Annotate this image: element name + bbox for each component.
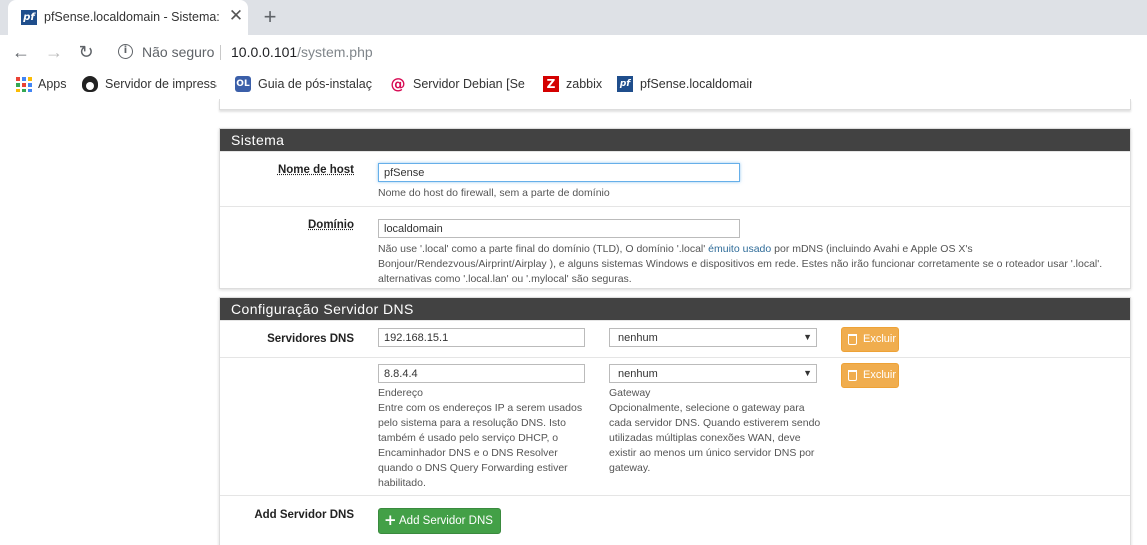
bookmark-apps[interactable]: Apps	[15, 76, 75, 92]
bookmark-label: pfSense.localdomain	[640, 77, 752, 91]
panel-heading: Sistema	[220, 129, 1130, 151]
domain-help: Não use '.local' como a parte final do d…	[378, 242, 1126, 287]
page-content: Sistema Nome de host pfSense Nome do hos…	[0, 99, 1147, 545]
dns-server-row-2: 8.8.4.4 nenhum ▼ Excluir Endereço Entre …	[220, 357, 1130, 495]
add-dns-button[interactable]: + Add Servidor DNS	[378, 508, 501, 534]
pfsense-favicon-icon: pf	[21, 10, 37, 25]
bookmark-label: zabbix	[566, 77, 603, 91]
dns-server-row-1: Servidores DNS 192.168.15.1 nenhum ▼ Exc…	[220, 320, 1130, 357]
zabbix-icon: Z	[543, 76, 559, 92]
apps-grid-icon	[15, 76, 32, 92]
bookmark-guia-pos-instalacao[interactable]: OL Guia de pós-instalação	[235, 76, 372, 92]
dns-gateway-select[interactable]: nenhum ▼	[609, 364, 817, 383]
trash-icon	[848, 370, 857, 381]
url-path: /system.php	[297, 44, 373, 60]
plus-icon: +	[384, 511, 397, 529]
dropdown-arrow-icon: ▼	[803, 368, 812, 378]
browser-toolbar: ← → ↻ i Não seguro 10.0.0.101/system.php	[0, 35, 1147, 69]
back-arrow-icon[interactable]: ←	[9, 40, 33, 64]
domain-input[interactable]: localdomain	[378, 219, 740, 238]
trash-icon	[848, 334, 857, 345]
url-host: 10.0.0.101	[231, 44, 298, 60]
hostname-input[interactable]: pfSense	[378, 163, 740, 182]
dns-gateway-value: nenhum	[618, 368, 658, 380]
bookmark-servidor-impressao[interactable]: Servidor de impressão	[82, 76, 217, 92]
close-tab-icon[interactable]: ✕	[226, 6, 246, 26]
dns-address-input[interactable]: 8.8.4.4	[378, 364, 585, 383]
security-status[interactable]: Não seguro	[142, 44, 214, 60]
gateway-help: Opcionalmente, selecione o gateway para …	[609, 402, 821, 474]
hostname-label: Nome de host	[277, 164, 354, 176]
dns-servers-label: Servidores DNS	[267, 333, 354, 345]
bookmark-zabbix[interactable]: Z zabbix	[543, 76, 605, 92]
dns-address-input[interactable]: 192.168.15.1	[378, 328, 585, 347]
bookmark-servidor-debian[interactable]: @ Servidor Debian [Servidor]	[390, 76, 526, 92]
gateway-help-block: Gateway Opcionalmente, selecione o gatew…	[609, 386, 823, 476]
bookmark-label: Servidor Debian [Servidor]	[413, 77, 525, 91]
delete-button-label: Excluir	[863, 333, 897, 345]
debian-swirl-icon: @	[390, 76, 406, 92]
tux-icon	[82, 76, 98, 92]
url-separator	[220, 45, 221, 60]
address-help-block: Endereço Entre com os endereços IP a ser…	[378, 386, 590, 491]
browser-tab-strip: pf pfSense.localdomain - Sistema: Config…	[0, 0, 1147, 35]
ol-icon: OL	[235, 76, 251, 92]
domain-label: Domínio	[308, 219, 354, 231]
domain-row: Domínio localdomain Não use '.local' com…	[220, 206, 1130, 290]
gateway-label: Gateway	[609, 387, 651, 399]
info-icon[interactable]: i	[118, 44, 133, 59]
forward-arrow-icon[interactable]: →	[42, 40, 66, 64]
delete-dns-button[interactable]: Excluir	[841, 327, 899, 352]
bookmarks-bar: Apps Servidor de impressão OL Guia de pó…	[0, 69, 1147, 99]
bookmark-label: Servidor de impressão	[105, 77, 217, 91]
domain-help-text: Não use '.local' como a parte final do d…	[378, 243, 709, 255]
dropdown-arrow-icon: ▼	[803, 332, 812, 342]
hostname-row: Nome de host pfSense Nome do host do fir…	[220, 151, 1130, 206]
delete-dns-button[interactable]: Excluir	[841, 363, 899, 388]
reload-icon[interactable]: ↻	[74, 40, 98, 64]
bookmark-pfsense[interactable]: pf pfSense.localdomain	[617, 76, 752, 92]
bookmark-label: Guia de pós-instalação	[258, 77, 372, 91]
previous-panel-bottom	[219, 99, 1131, 110]
bookmark-label: Apps	[38, 77, 67, 91]
pfsense-icon: pf	[617, 76, 633, 92]
browser-tab-active[interactable]: pf pfSense.localdomain - Sistema: Config…	[8, 0, 248, 35]
add-dns-label: Add Servidor DNS	[254, 509, 354, 521]
panel-heading: Configuração Servidor DNS	[220, 298, 1130, 320]
tab-title: pfSense.localdomain - Sistema: Configura…	[44, 10, 222, 24]
add-dns-row: Add Servidor DNS + Add Servidor DNS	[220, 495, 1130, 539]
hostname-help: Nome do host do firewall, sem a parte de…	[378, 187, 610, 199]
dns-panel: Configuração Servidor DNS Servidores DNS…	[219, 297, 1131, 545]
address-help: Entre com os endereços IP a serem usados…	[378, 402, 583, 489]
address-bar[interactable]: 10.0.0.101/system.php	[231, 44, 373, 60]
mdns-link[interactable]: émuito usado	[708, 243, 771, 255]
dns-gateway-select[interactable]: nenhum ▼	[609, 328, 817, 347]
address-label: Endereço	[378, 387, 423, 399]
sistema-panel: Sistema Nome de host pfSense Nome do hos…	[219, 128, 1131, 289]
add-dns-button-label: Add Servidor DNS	[399, 515, 493, 527]
delete-button-label: Excluir	[863, 369, 897, 381]
dns-gateway-value: nenhum	[618, 332, 658, 344]
new-tab-icon[interactable]: +	[257, 4, 283, 30]
